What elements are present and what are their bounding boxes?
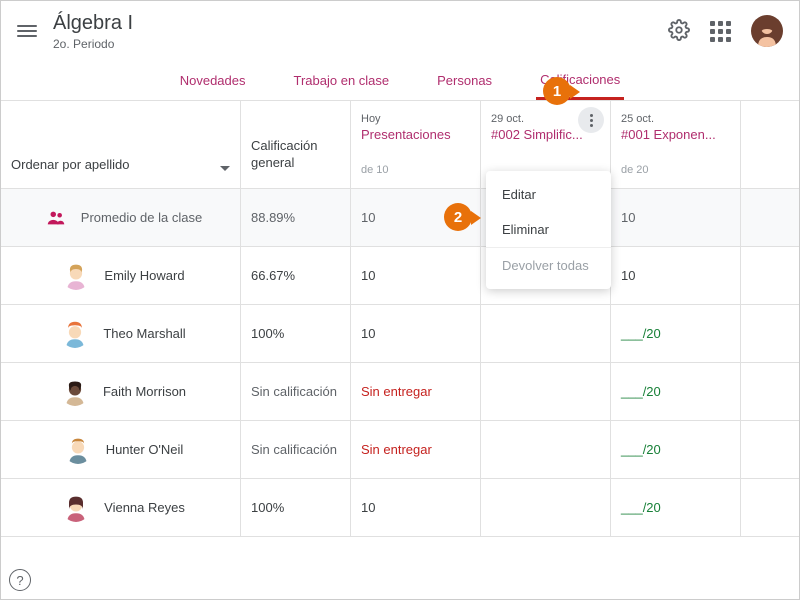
callout-2: 2 <box>444 203 472 231</box>
assignment-col-3[interactable]: 25 oct. #001 Exponen... de 20 <box>611 101 741 189</box>
help-icon[interactable]: ? <box>9 569 31 591</box>
student-avatar <box>62 262 90 290</box>
tab-novedades[interactable]: Novedades <box>176 63 250 98</box>
grades-grid: Ordenar por apellido Calificación genera… <box>1 101 799 537</box>
context-menu: Editar Eliminar Devolver todas <box>486 171 611 289</box>
tab-trabajo[interactable]: Trabajo en clase <box>290 63 394 98</box>
class-subtitle: 2o. Periodo <box>53 37 133 51</box>
menu-icon[interactable] <box>17 22 37 40</box>
more-icon[interactable] <box>578 107 604 133</box>
avatar[interactable] <box>751 15 783 47</box>
menu-editar[interactable]: Editar <box>486 177 611 212</box>
assignment-col-1[interactable]: Hoy Presentaciones de 10 <box>351 101 481 189</box>
callout-1: 1 <box>543 77 571 105</box>
sort-header[interactable]: Ordenar por apellido <box>1 101 241 189</box>
gear-icon[interactable] <box>668 19 690 44</box>
student-avatar <box>64 436 92 464</box>
class-title: Álgebra I <box>53 12 133 35</box>
empty-header <box>741 101 799 189</box>
chevron-down-icon <box>220 166 230 172</box>
overall-header: Calificación general <box>241 101 351 189</box>
tab-personas[interactable]: Personas <box>433 63 496 98</box>
apps-icon[interactable] <box>710 21 731 42</box>
people-icon <box>45 207 67 229</box>
tabs: Novedades Trabajo en clase Personas Cali… <box>1 61 799 101</box>
student-avatar <box>62 494 90 522</box>
student-avatar <box>61 378 89 406</box>
sort-label: Ordenar por apellido <box>11 157 130 172</box>
menu-devolver: Devolver todas <box>486 247 611 283</box>
menu-eliminar[interactable]: Eliminar <box>486 212 611 247</box>
student-avatar <box>61 320 89 348</box>
app-header: Álgebra I 2o. Periodo <box>1 1 799 61</box>
class-info: Álgebra I 2o. Periodo <box>53 12 133 51</box>
